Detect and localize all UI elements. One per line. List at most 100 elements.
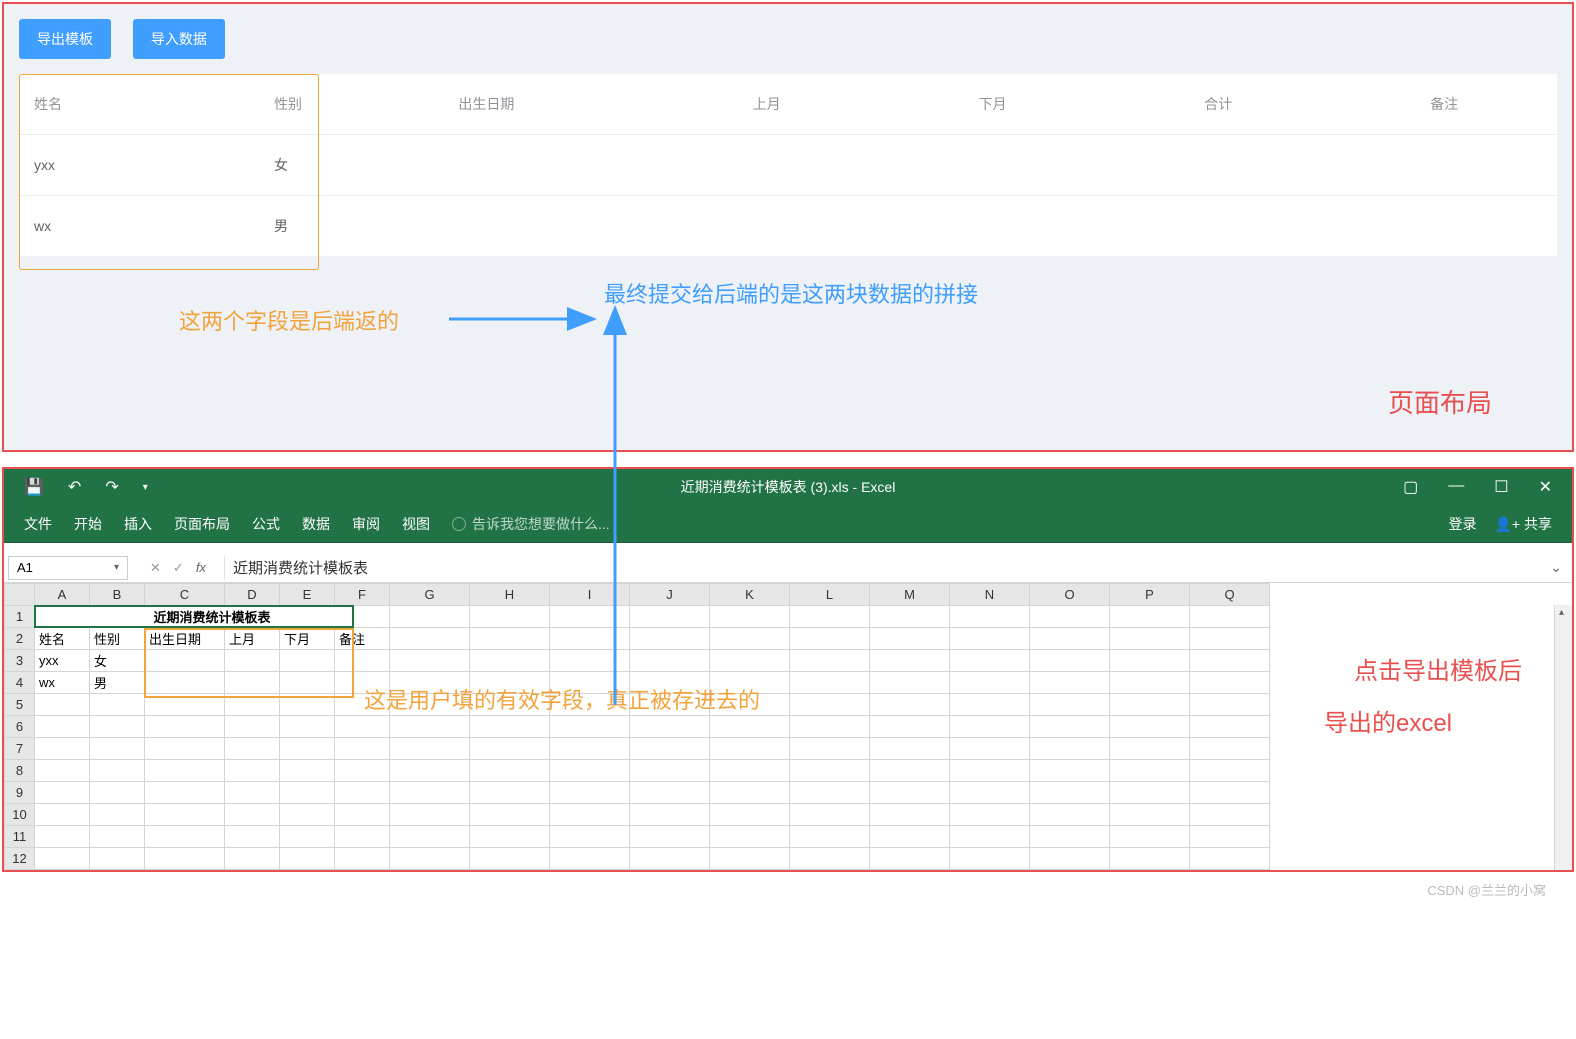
formula-bar: A1 ✕ ✓ fx 近期消费统计模板表 ⌄: [4, 553, 1572, 583]
ribbon-display-icon[interactable]: ▢: [1403, 477, 1418, 497]
cell[interactable]: 下月: [280, 628, 335, 650]
arrow-icon: [444, 294, 604, 344]
select-all-corner[interactable]: [5, 584, 35, 606]
col-birth: 出生日期: [319, 74, 654, 135]
cell[interactable]: wx: [35, 672, 90, 694]
col-header[interactable]: G: [390, 584, 470, 606]
export-template-button[interactable]: 导出模板: [19, 19, 111, 59]
col-header[interactable]: D: [225, 584, 280, 606]
tab-formula[interactable]: 公式: [252, 514, 280, 534]
col-header[interactable]: J: [630, 584, 710, 606]
cell[interactable]: yxx: [35, 650, 90, 672]
redo-icon[interactable]: ↷: [105, 477, 118, 497]
cell[interactable]: 上月: [225, 628, 280, 650]
col-header[interactable]: F: [335, 584, 390, 606]
cell[interactable]: 性别: [90, 628, 145, 650]
annotation-fields-backend: 这两个字段是后端返的: [179, 304, 399, 336]
qat-dropdown-icon[interactable]: ▾: [143, 482, 148, 493]
spreadsheet-grid[interactable]: A B C D E F G H I J K L M N O P Q 1 近期消费…: [4, 583, 1572, 870]
row-header[interactable]: 2: [5, 628, 35, 650]
col-header[interactable]: N: [950, 584, 1030, 606]
row-header[interactable]: 7: [5, 738, 35, 760]
col-last: 上月: [654, 74, 880, 135]
col-header[interactable]: E: [280, 584, 335, 606]
tab-file[interactable]: 文件: [24, 514, 52, 534]
cell[interactable]: 女: [90, 650, 145, 672]
row-header[interactable]: 3: [5, 650, 35, 672]
tab-insert[interactable]: 插入: [124, 514, 152, 534]
import-data-button[interactable]: 导入数据: [133, 19, 225, 59]
cell-name: yxx: [19, 135, 259, 196]
col-header[interactable]: H: [470, 584, 550, 606]
share-button[interactable]: 👤+ 共享: [1495, 514, 1553, 534]
cell[interactable]: 备注: [335, 628, 390, 650]
tell-me-input[interactable]: 告诉我您想要做什么...: [452, 514, 610, 534]
col-next: 下月: [880, 74, 1106, 135]
vertical-scrollbar[interactable]: [1554, 605, 1572, 870]
col-header[interactable]: C: [145, 584, 225, 606]
close-icon[interactable]: ✕: [1539, 477, 1552, 497]
annotation-user-fields: 这是用户填的有效字段，真正被存进去的: [364, 683, 760, 715]
tab-review[interactable]: 审阅: [352, 514, 380, 534]
cell[interactable]: 男: [90, 672, 145, 694]
table-header-row: 姓名 性别 出生日期 上月 下月 合计 备注: [19, 74, 1557, 135]
annotation-page-layout: 页面布局: [1388, 383, 1492, 420]
minimize-icon[interactable]: —: [1448, 477, 1464, 497]
cancel-icon[interactable]: ✕: [150, 560, 161, 576]
web-app-panel: 导出模板 导入数据 姓名 性别 出生日期 上月 下月 合计 备注 yxx 女: [2, 2, 1574, 452]
annotation-submit-concat: 最终提交给后端的是这两块数据的拼接: [604, 277, 978, 309]
maximize-icon[interactable]: ☐: [1494, 477, 1508, 497]
cell-sex: 女: [259, 135, 319, 196]
excel-titlebar: 💾 ↶ ↷ ▾ 近期消费统计模板表 (3).xls - Excel ▢ — ☐ …: [4, 469, 1572, 505]
watermark: CSDN @兰兰的小窝: [0, 874, 1576, 899]
tab-layout[interactable]: 页面布局: [174, 514, 230, 534]
fx-icon[interactable]: fx: [196, 560, 206, 575]
col-header[interactable]: B: [90, 584, 145, 606]
tab-view[interactable]: 视图: [402, 514, 430, 534]
row-header[interactable]: 12: [5, 848, 35, 870]
col-header[interactable]: O: [1030, 584, 1110, 606]
col-header[interactable]: I: [550, 584, 630, 606]
cell-sex: 男: [259, 196, 319, 257]
col-header[interactable]: K: [710, 584, 790, 606]
data-table: 姓名 性别 出生日期 上月 下月 合计 备注 yxx 女 wx 男: [19, 74, 1557, 256]
cell-name: wx: [19, 196, 259, 257]
row-header[interactable]: 1: [5, 606, 35, 628]
formula-input[interactable]: 近期消费统计模板表: [224, 556, 1540, 580]
tab-home[interactable]: 开始: [74, 514, 102, 534]
col-sex: 性别: [259, 74, 319, 135]
ribbon-tabs: 文件 开始 插入 页面布局 公式 数据 审阅 视图 告诉我您想要做什么... 登…: [4, 505, 1572, 543]
name-box[interactable]: A1: [8, 556, 128, 580]
col-header[interactable]: M: [870, 584, 950, 606]
cell[interactable]: 姓名: [35, 628, 90, 650]
row-header[interactable]: 5: [5, 694, 35, 716]
excel-window: 💾 ↶ ↷ ▾ 近期消费统计模板表 (3).xls - Excel ▢ — ☐ …: [2, 467, 1574, 872]
save-icon[interactable]: 💾: [24, 477, 44, 497]
annotation-click-export: 点击导出模板后: [1354, 651, 1522, 686]
col-remark: 备注: [1331, 74, 1557, 135]
annotation-exported-excel: 导出的excel: [1324, 703, 1452, 738]
row-header[interactable]: 10: [5, 804, 35, 826]
row-header[interactable]: 8: [5, 760, 35, 782]
undo-icon[interactable]: ↶: [68, 477, 81, 497]
window-controls: ▢ — ☐ ✕: [1403, 477, 1572, 497]
row-header[interactable]: 6: [5, 716, 35, 738]
formula-expand-icon[interactable]: ⌄: [1540, 559, 1572, 576]
col-header[interactable]: Q: [1190, 584, 1270, 606]
window-title: 近期消费统计模板表 (3).xls - Excel: [681, 477, 896, 497]
table-row: yxx 女: [19, 135, 1557, 196]
row-header[interactable]: 4: [5, 672, 35, 694]
col-header[interactable]: L: [790, 584, 870, 606]
row-header[interactable]: 9: [5, 782, 35, 804]
col-header[interactable]: P: [1110, 584, 1190, 606]
table-row: wx 男: [19, 196, 1557, 257]
cell[interactable]: 出生日期: [145, 628, 225, 650]
share-icon: 👤+: [1495, 516, 1521, 532]
sheet-title-cell[interactable]: 近期消费统计模板表: [35, 606, 390, 628]
tab-data[interactable]: 数据: [302, 514, 330, 534]
row-header[interactable]: 11: [5, 826, 35, 848]
quick-access-toolbar: 💾 ↶ ↷ ▾: [4, 477, 148, 497]
col-header[interactable]: A: [35, 584, 90, 606]
login-link[interactable]: 登录: [1449, 514, 1477, 534]
enter-icon[interactable]: ✓: [173, 560, 184, 576]
